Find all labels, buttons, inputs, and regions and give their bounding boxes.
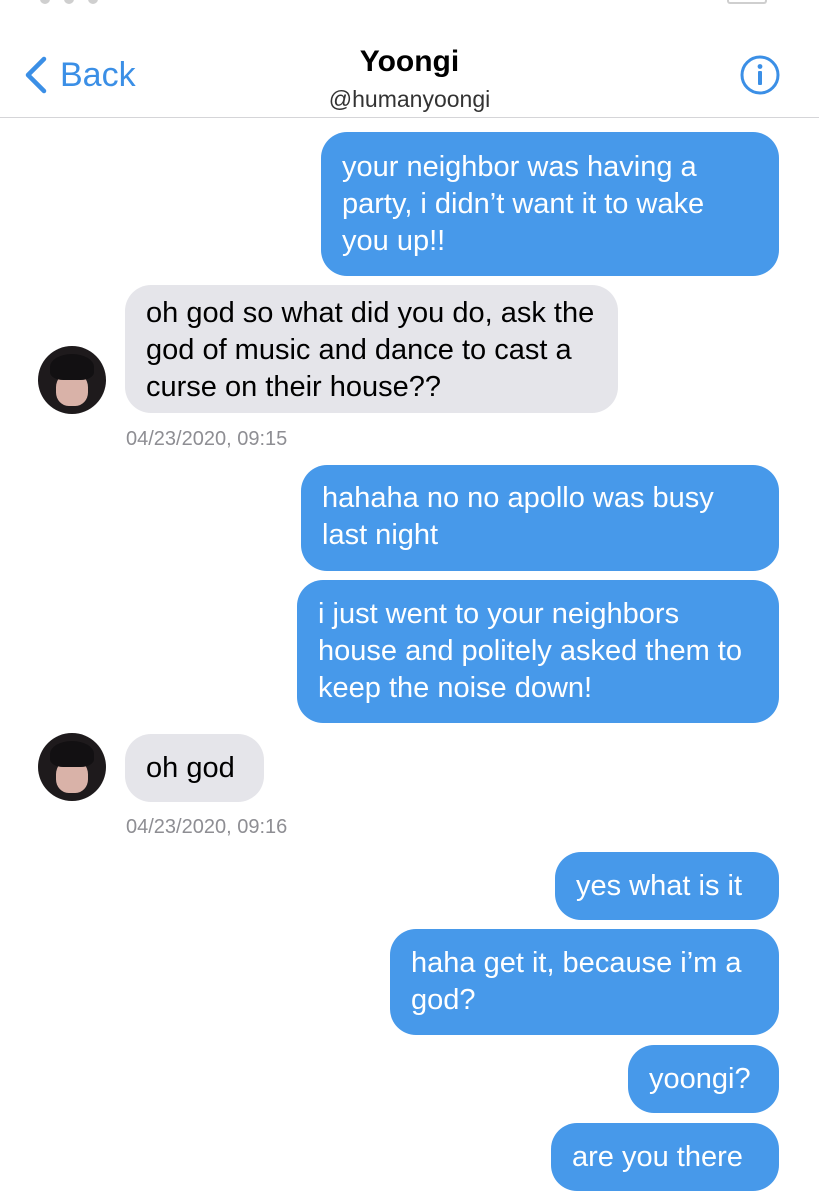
message-text: are you there (572, 1141, 743, 1173)
incoming-message[interactable]: oh god (125, 734, 264, 802)
message-text: your neighbor was having a party, i didn… (342, 151, 705, 257)
message-text: yes what is it (576, 870, 742, 902)
avatar[interactable] (38, 346, 106, 414)
outgoing-message[interactable]: are you there (551, 1123, 779, 1191)
incoming-message[interactable]: oh god so what did you do, ask the god o… (125, 285, 618, 413)
outgoing-message[interactable]: hahaha no no apollo was busy last night (301, 465, 779, 571)
message-text: i just went to your neighbors house and … (318, 598, 742, 704)
conversation-header: Back Yoongi @humanyoongi (0, 0, 819, 118)
outgoing-message[interactable]: yes what is it (555, 852, 779, 920)
contact-handle: @humanyoongi (328, 86, 491, 112)
message-text: oh god so what did you do, ask the god o… (146, 297, 595, 403)
outgoing-message[interactable]: i just went to your neighbors house and … (297, 580, 779, 723)
dm-conversation-screen: Back Yoongi @humanyoongi your neighbor w… (0, 0, 819, 1200)
message-text: hahaha no no apollo was busy last night (322, 482, 714, 551)
outgoing-message[interactable]: haha get it, because i’m a god? (390, 929, 779, 1035)
conversation-title: Yoongi @humanyoongi (0, 44, 819, 114)
outgoing-message[interactable]: your neighbor was having a party, i didn… (321, 132, 779, 276)
message-text: oh god (146, 752, 235, 784)
contact-name: Yoongi (359, 45, 460, 78)
message-text: yoongi? (649, 1063, 751, 1095)
info-icon[interactable] (739, 54, 781, 96)
avatar[interactable] (38, 733, 106, 801)
message-timestamp: 04/23/2020, 09:16 (126, 816, 288, 838)
outgoing-message[interactable]: yoongi? (628, 1045, 779, 1113)
message-text: haha get it, because i’m a god? (411, 947, 742, 1016)
message-timestamp: 04/23/2020, 09:15 (126, 428, 288, 450)
